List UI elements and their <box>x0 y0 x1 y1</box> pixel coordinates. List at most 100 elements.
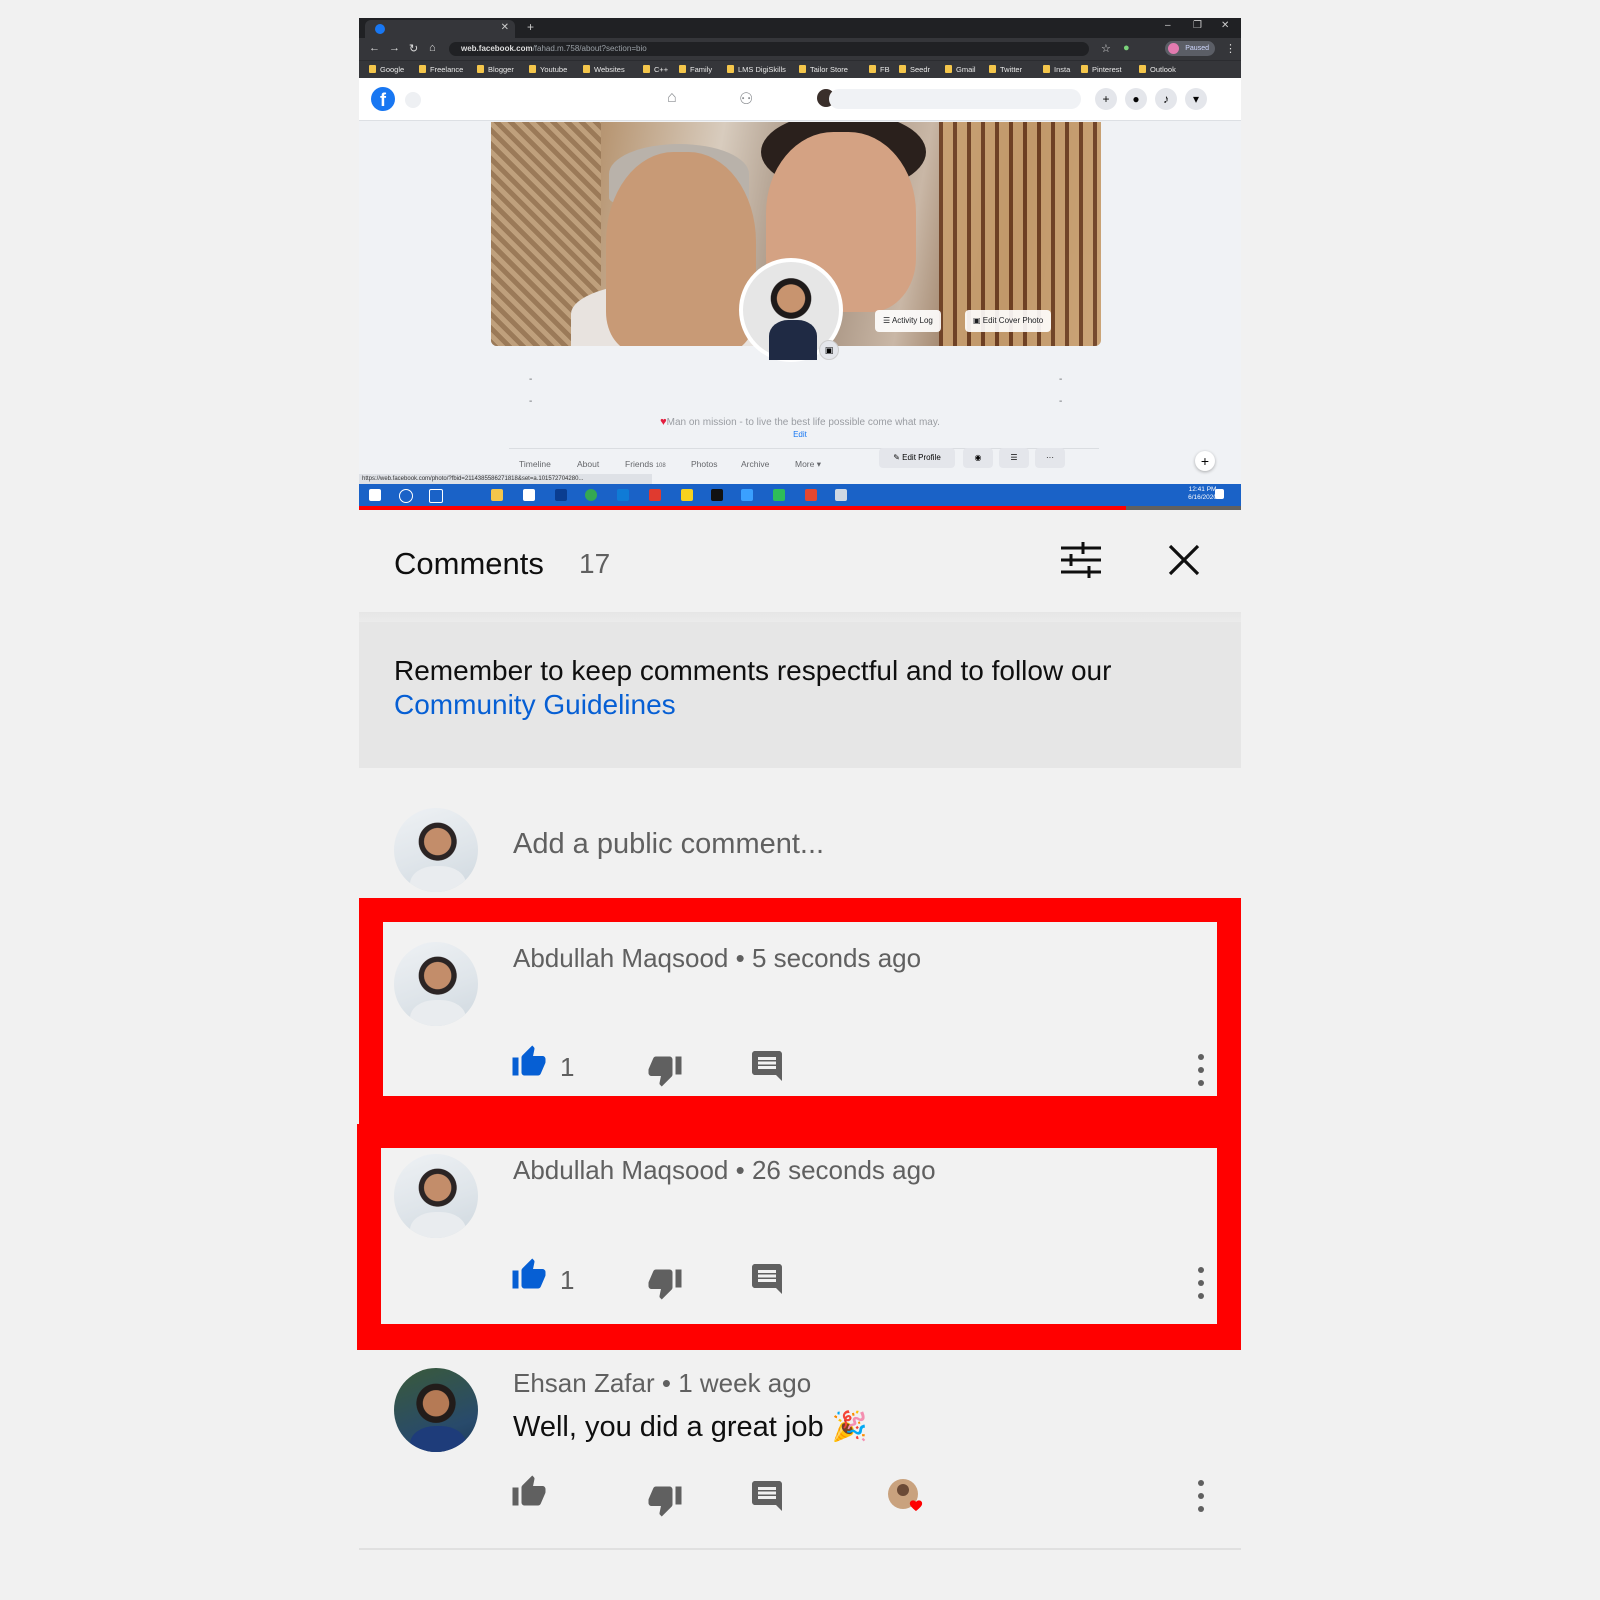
bookmark-item[interactable]: FB <box>869 63 890 76</box>
forward-icon[interactable]: → <box>389 42 400 54</box>
tab-timeline[interactable]: Timeline <box>519 459 551 469</box>
reload-icon[interactable]: ↻ <box>409 42 418 55</box>
comment-author[interactable]: Ehsan Zafar <box>513 1368 655 1398</box>
tab-friends[interactable]: Friends 108 <box>625 459 666 469</box>
dislike-icon[interactable] <box>647 1265 683 1301</box>
add-circle-icon[interactable]: + <box>1195 451 1215 471</box>
comment-author[interactable]: Abdullah Maqsood <box>513 1155 728 1185</box>
star-icon[interactable]: ☆ <box>1101 42 1111 55</box>
edit-cover-photo-button[interactable]: ▣ Edit Cover Photo <box>965 310 1052 332</box>
bookmark-item[interactable]: Blogger <box>477 63 514 76</box>
facebook-logo-icon[interactable]: f <box>371 87 395 111</box>
store-icon[interactable] <box>523 489 535 501</box>
bookmark-item[interactable]: Seedr <box>899 63 930 76</box>
comment-time[interactable]: 26 seconds ago <box>752 1155 936 1185</box>
like-icon[interactable] <box>511 1044 547 1080</box>
comment-time[interactable]: 1 week ago <box>678 1368 811 1398</box>
friends-icon[interactable]: ⚇ <box>739 89 753 109</box>
browser-menu-icon[interactable]: ⋮ <box>1225 42 1236 55</box>
tab-photos[interactable]: Photos <box>691 459 717 469</box>
account-menu-icon[interactable]: ▾ <box>1185 88 1207 110</box>
bookmark-item[interactable]: C++ <box>643 63 668 76</box>
bookmark-item[interactable]: Family <box>679 63 712 76</box>
add-comment-input[interactable]: Add a public comment... <box>513 828 824 861</box>
sort-filter-icon[interactable] <box>1059 540 1103 580</box>
bookmark-item[interactable]: LMS DigiSkills <box>727 63 786 76</box>
creator-heart-icon[interactable] <box>887 1478 927 1518</box>
bookmark-item[interactable]: Insta <box>1043 63 1070 76</box>
profile-paused-badge[interactable]: Paused <box>1165 41 1215 56</box>
bookmark-item[interactable]: Google <box>369 63 404 76</box>
bookmark-item[interactable]: Pinterest <box>1081 63 1122 76</box>
task-view-icon[interactable] <box>429 489 443 503</box>
like-icon[interactable] <box>511 1474 547 1510</box>
search-icon[interactable] <box>405 92 421 108</box>
more-options-button[interactable]: ··· <box>1035 448 1065 468</box>
tab-about[interactable]: About <box>577 459 599 469</box>
restore-icon[interactable]: ❐ <box>1193 20 1202 31</box>
profile-name-chip[interactable] <box>829 89 1081 109</box>
window-close-icon[interactable]: ✕ <box>1221 20 1229 31</box>
app-icon[interactable] <box>741 489 753 501</box>
video-player[interactable]: ✕ + – ❐ ✕ ← → ↻ ⌂ web.facebook.com/fahad… <box>359 18 1241 510</box>
extension-icon[interactable]: ● <box>1123 42 1130 54</box>
more-vert-icon[interactable] <box>1195 1265 1207 1301</box>
file-explorer-icon[interactable] <box>491 489 503 501</box>
activity-log-button[interactable]: ☰ Activity Log <box>875 310 941 332</box>
notifications-icon[interactable] <box>1215 489 1224 499</box>
search-icon[interactable] <box>399 489 413 503</box>
address-bar[interactable]: web.facebook.com/fahad.m.758/about?secti… <box>449 42 1089 56</box>
pdf-icon[interactable] <box>649 489 661 501</box>
bookmark-item[interactable]: Outlook <box>1139 63 1176 76</box>
windows-start-icon[interactable] <box>369 489 381 501</box>
eye-icon: ◉ <box>974 453 982 462</box>
settings-icon[interactable] <box>617 489 629 501</box>
recorder-icon[interactable] <box>805 489 817 501</box>
home-icon[interactable]: ⌂ <box>429 42 436 54</box>
avatar[interactable] <box>394 1154 478 1238</box>
avatar[interactable] <box>394 1368 478 1452</box>
bookmark-item[interactable]: Gmail <box>945 63 976 76</box>
new-tab-icon[interactable]: + <box>527 20 534 34</box>
reply-icon[interactable] <box>749 1261 785 1297</box>
activity-button[interactable]: ☰ <box>999 448 1029 468</box>
bookmark-item[interactable]: Youtube <box>529 63 567 76</box>
tab-close-icon[interactable]: ✕ <box>501 22 509 34</box>
sticky-notes-icon[interactable] <box>681 489 693 501</box>
bio-edit-link[interactable]: Edit <box>359 430 1241 439</box>
community-guidelines-link[interactable]: Community Guidelines <box>394 689 676 720</box>
taskbar-clock[interactable]: 12:41 PM 6/16/2020 <box>1188 486 1217 502</box>
bookmark-item[interactable]: Websites <box>583 63 625 76</box>
minimize-icon[interactable]: – <box>1165 20 1171 31</box>
more-vert-icon[interactable] <box>1195 1478 1207 1514</box>
bookmark-item[interactable]: Twitter <box>989 63 1022 76</box>
avatar[interactable] <box>394 942 478 1026</box>
reply-icon[interactable] <box>749 1478 785 1514</box>
comment-author[interactable]: Abdullah Maqsood <box>513 943 728 973</box>
camera-icon[interactable]: ▣ <box>819 340 839 360</box>
home-icon[interactable]: ⌂ <box>667 89 677 107</box>
tab-more[interactable]: More ▾ <box>795 459 821 470</box>
edit-profile-button[interactable]: ✎ Edit Profile <box>879 448 955 468</box>
more-vert-icon[interactable] <box>1195 1052 1207 1088</box>
dislike-icon[interactable] <box>647 1052 683 1088</box>
comment-time[interactable]: 5 seconds ago <box>752 943 921 973</box>
close-icon[interactable] <box>1164 540 1204 580</box>
reply-icon[interactable] <box>749 1048 785 1084</box>
browser-tab[interactable]: ✕ <box>365 20 515 38</box>
back-icon[interactable]: ← <box>369 42 380 54</box>
notifications-icon[interactable]: ♪ <box>1155 88 1177 110</box>
dislike-icon[interactable] <box>647 1482 683 1518</box>
bookmark-item[interactable]: Tailor Store <box>799 63 848 76</box>
camtasia-icon[interactable] <box>773 489 785 501</box>
view-as-button[interactable]: ◉ <box>963 448 993 468</box>
mail-icon[interactable] <box>555 489 567 501</box>
bookmark-item[interactable]: Freelance <box>419 63 463 76</box>
app-icon[interactable] <box>835 489 847 501</box>
chrome-icon[interactable] <box>585 489 597 501</box>
tab-archive[interactable]: Archive <box>741 459 769 469</box>
messenger-icon[interactable]: ● <box>1125 88 1147 110</box>
create-icon[interactable]: + <box>1095 88 1117 110</box>
terminal-icon[interactable] <box>711 489 723 501</box>
like-icon[interactable] <box>511 1257 547 1293</box>
